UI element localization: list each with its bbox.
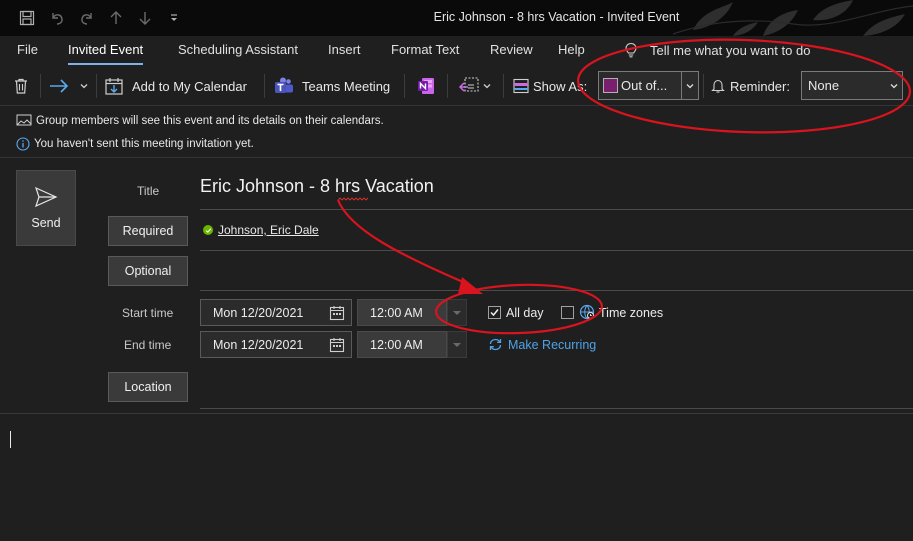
- title-label: Title: [137, 184, 160, 198]
- time-zones-label: Time zones: [599, 306, 664, 320]
- body-text-cursor[interactable]: [10, 431, 11, 448]
- start-date-value: Mon 12/20/2021: [213, 305, 304, 320]
- annotation-arrowhead-icon: [458, 277, 483, 294]
- reminder-label: Reminder:: [730, 78, 790, 94]
- move-icon: [458, 77, 479, 92]
- calendar-icon[interactable]: [329, 337, 345, 353]
- spellcheck-squiggle: [338, 197, 368, 201]
- recurring-icon: [489, 338, 502, 351]
- end-time-field[interactable]: 12:00 AM: [357, 331, 447, 358]
- show-as-label-group: Show As:: [513, 68, 587, 104]
- tell-me-search[interactable]: Tell me what you want to do: [624, 42, 810, 58]
- globe-icon: [579, 304, 595, 320]
- available-status-icon: [203, 225, 213, 235]
- tab-file[interactable]: File: [17, 42, 38, 57]
- group-notice: Group members will see this event and it…: [16, 114, 384, 127]
- show-as-icon: [513, 78, 529, 94]
- reminder-value: None: [808, 78, 840, 93]
- tab-invited-event[interactable]: Invited Event: [68, 42, 144, 65]
- body-divider: [0, 413, 913, 414]
- start-time-field[interactable]: 12:00 AM: [357, 299, 447, 326]
- lightbulb-icon: [625, 42, 637, 58]
- show-as-value: Out of...: [621, 78, 668, 93]
- title-bar: Eric Johnson - 8 hrs Vacation - Invited …: [0, 0, 913, 36]
- end-date-value: Mon 12/20/2021: [213, 337, 304, 352]
- tab-format-text[interactable]: Format Text: [391, 42, 459, 57]
- calendar-icon[interactable]: [329, 305, 345, 321]
- not-sent-notice: You haven't sent this meeting invitation…: [16, 137, 254, 151]
- out-of-office-swatch-icon: [603, 78, 618, 93]
- delete-button[interactable]: [12, 68, 30, 104]
- forward-arrow-icon: [50, 79, 69, 93]
- required-underline: [200, 250, 913, 251]
- forward-dropdown[interactable]: [79, 68, 89, 104]
- location-button[interactable]: Location: [108, 372, 188, 402]
- show-as-label: Show As:: [533, 78, 588, 94]
- end-time-label: End time: [124, 338, 172, 352]
- onenote-icon: [418, 78, 434, 94]
- tell-me-text: Tell me what you want to do: [650, 43, 811, 58]
- group-eye-icon: [16, 114, 32, 126]
- send-button[interactable]: Send: [16, 170, 76, 246]
- tab-review[interactable]: Review: [490, 42, 533, 57]
- info-divider: [0, 157, 913, 158]
- annotation-arrow: [336, 199, 471, 287]
- add-to-calendar-button[interactable]: Add to My Calendar: [104, 68, 247, 104]
- end-time-dropdown[interactable]: [447, 331, 467, 358]
- show-as-select[interactable]: Out of...: [598, 71, 699, 100]
- tab-help[interactable]: Help: [558, 42, 585, 57]
- chevron-down-icon: [80, 84, 88, 89]
- chevron-down-icon: [483, 84, 491, 89]
- send-label: Send: [31, 216, 61, 230]
- teams-icon: [275, 77, 293, 93]
- required-attendee[interactable]: Johnson, Eric Dale: [203, 223, 319, 237]
- tab-insert[interactable]: Insert: [328, 42, 361, 57]
- teams-meeting-button[interactable]: Teams Meeting: [274, 68, 390, 104]
- start-time-dropdown[interactable]: [447, 299, 467, 326]
- onenote-button[interactable]: [416, 68, 436, 104]
- title-underline: [200, 209, 913, 210]
- calendar-add-icon: [105, 78, 123, 95]
- make-recurring-button[interactable]: Make Recurring: [488, 337, 596, 352]
- start-date-field[interactable]: Mon 12/20/2021: [200, 299, 352, 326]
- info-icon: [16, 137, 30, 151]
- optional-underline: [200, 290, 913, 291]
- not-sent-notice-text: You haven't sent this meeting invitation…: [34, 138, 254, 150]
- move-to-button[interactable]: [458, 68, 480, 104]
- add-to-calendar-label: Add to My Calendar: [132, 78, 247, 94]
- make-recurring-label: Make Recurring: [508, 337, 597, 352]
- ribbon-toolbar: Add to My Calendar Teams Meeting Show As…: [0, 68, 913, 104]
- reminder-select[interactable]: None: [801, 71, 903, 100]
- forward-button[interactable]: [48, 68, 70, 104]
- bell-icon: [711, 79, 725, 93]
- teams-meeting-label: Teams Meeting: [302, 78, 391, 94]
- checkmark-icon: [490, 309, 499, 317]
- ribbon-tabs: File Invited Event Scheduling Assistant …: [0, 36, 913, 66]
- attendee-name: Johnson, Eric Dale: [218, 223, 319, 237]
- send-icon: [34, 186, 58, 208]
- ribbon-divider: [0, 105, 913, 106]
- tab-scheduling-assistant[interactable]: Scheduling Assistant: [178, 42, 298, 57]
- end-date-field[interactable]: Mon 12/20/2021: [200, 331, 352, 358]
- trash-icon: [15, 78, 27, 94]
- location-underline: [200, 408, 913, 409]
- group-notice-text: Group members will see this event and it…: [36, 114, 384, 127]
- move-dropdown[interactable]: [482, 68, 492, 104]
- start-time-label: Start time: [122, 306, 174, 320]
- reminder-label-group: Reminder:: [710, 68, 790, 104]
- required-button[interactable]: Required: [108, 216, 188, 246]
- all-day-checkbox[interactable]: [488, 306, 501, 319]
- end-time-value: 12:00 AM: [370, 337, 423, 352]
- all-day-label: All day: [506, 306, 544, 320]
- chevron-down-icon: [885, 72, 902, 99]
- start-time-value: 12:00 AM: [370, 305, 423, 320]
- title-field[interactable]: Eric Johnson - 8 hrs Vacation: [200, 176, 434, 197]
- decorative-leaves-icon: [673, 0, 913, 36]
- time-zones-checkbox[interactable]: [561, 306, 574, 319]
- chevron-down-icon: [681, 72, 698, 99]
- optional-button[interactable]: Optional: [108, 256, 188, 286]
